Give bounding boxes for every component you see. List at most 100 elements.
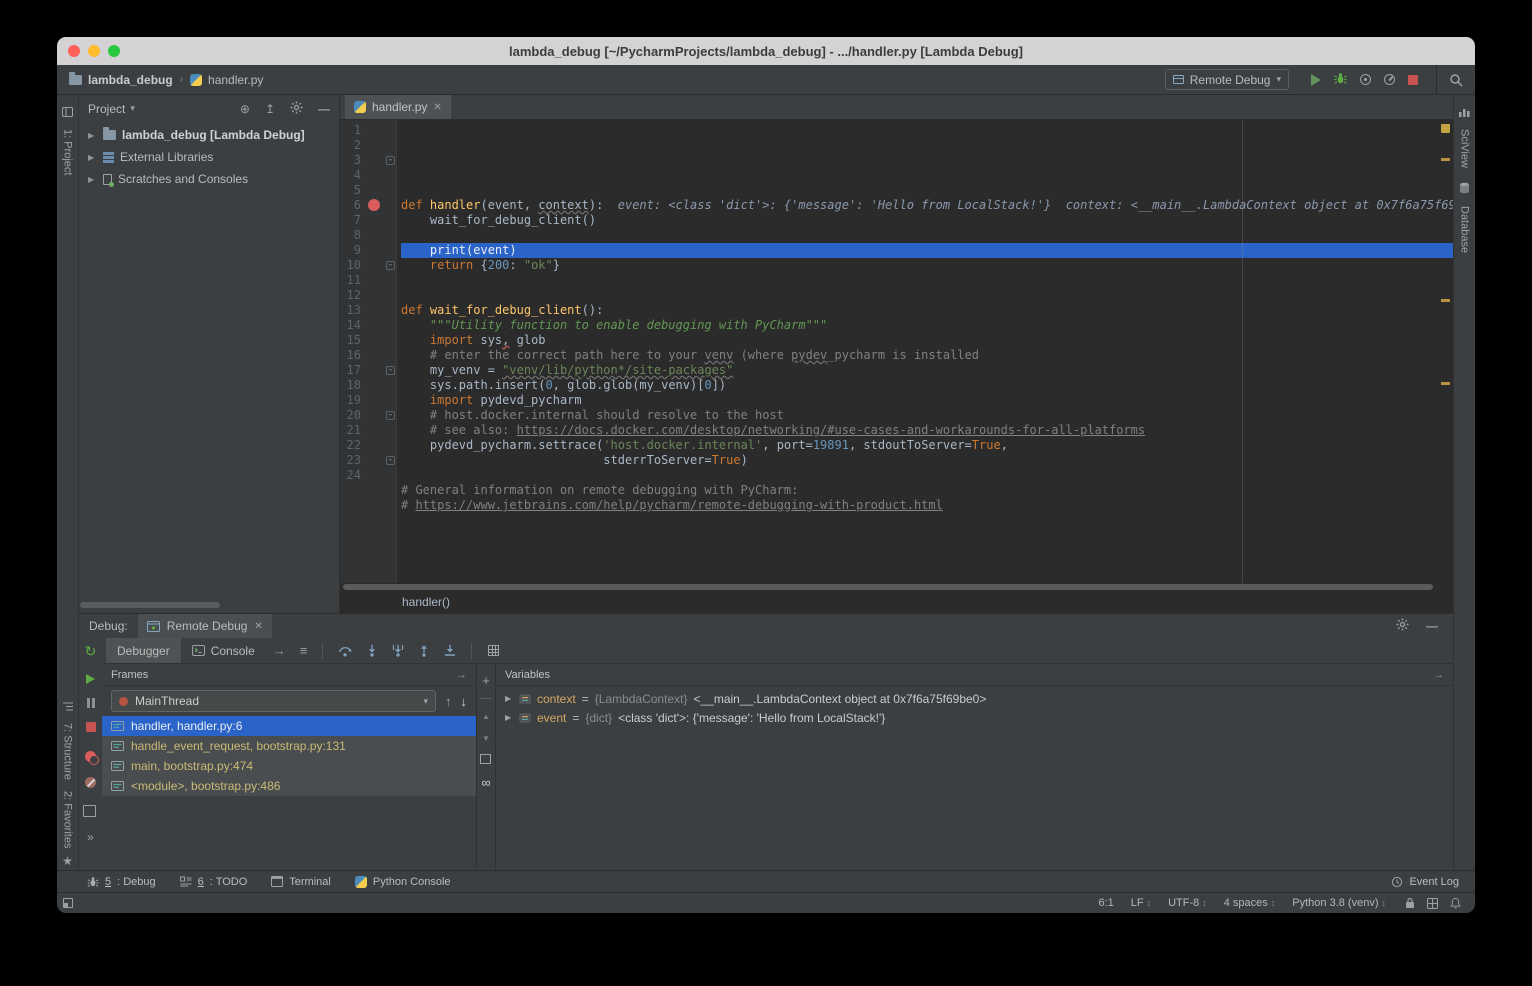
hide-panel-icon[interactable]: → [456,669,467,681]
code-line[interactable]: import pydevd_pycharm [401,393,1453,408]
toolwindow-button--debug[interactable]: 5: Debug [87,876,156,888]
inspections-indicator[interactable] [1441,124,1450,133]
expand-arrow-icon[interactable]: ▶ [505,694,513,703]
variable-row[interactable]: ▶event = {dict} <class 'dict'>: {'messag… [496,708,1453,727]
next-frame-icon[interactable]: ↓ [461,694,468,709]
code-line[interactable]: wait_for_debug_client() [401,213,1453,228]
hide-panel-icon[interactable]: — [318,102,330,116]
debug-button[interactable] [1334,72,1347,88]
editor-gutter[interactable]: 123456789101112131415161718192021222324-… [340,120,397,583]
step-into-icon[interactable] [366,644,378,657]
hide-panel-icon[interactable]: — [1426,619,1438,633]
rerun-icon[interactable]: ↻ [85,645,97,658]
code-line[interactable]: def handler(event, context): event: <cla… [401,198,1453,213]
toolwindow-button-terminal[interactable]: Terminal [271,876,331,888]
run-to-cursor-icon[interactable] [444,644,456,657]
sidebar-item-2-favorites[interactable]: 2: Favorites★ [62,784,74,870]
close-window-button[interactable] [68,45,80,57]
code-line[interactable]: def wait_for_debug_client(): [401,303,1453,318]
hide-panel-icon[interactable]: → [1433,669,1444,681]
code-line[interactable]: stderrToServer=True) [401,453,1453,468]
fold-marker-icon[interactable]: - [386,456,395,465]
stop-button[interactable] [1408,75,1418,85]
status-item[interactable]: LF↕ [1131,897,1151,909]
view-breakpoints-icon[interactable] [85,751,96,762]
zoom-window-button[interactable] [108,45,120,57]
sidebar-item-7-structure[interactable]: 7: Structure [62,689,74,784]
evaluate-watch-icon[interactable]: ∞ [481,775,490,790]
code-line[interactable]: # https://www.jetbrains.com/help/pycharm… [401,498,1453,513]
status-widget-icon[interactable] [1427,898,1438,909]
evaluate-expression-icon[interactable] [488,645,499,656]
move-up-icon[interactable]: ▲ [482,712,490,721]
frame-row[interactable]: handle_event_request, bootstrap.py:131 [102,736,476,756]
expand-arrow-icon[interactable]: ▶ [505,713,513,722]
code-line[interactable] [401,468,1453,483]
expand-arrow-icon[interactable]: ▶ [88,131,97,140]
debug-session-tab[interactable]: Remote Debug ✕ [138,614,272,638]
tab-console[interactable]: Console [181,638,266,663]
run-button[interactable] [1311,74,1321,86]
run-configuration-select[interactable]: Remote Debug ▾ [1165,69,1289,90]
add-watch-icon[interactable]: + [482,673,490,688]
editor-tab[interactable]: handler.py ✕ [345,95,451,119]
move-down-icon[interactable]: ▼ [482,734,490,743]
breadcrumb-file[interactable]: handler.py [208,73,263,87]
tab-debugger[interactable]: Debugger [106,638,181,663]
code-line[interactable] [401,273,1453,288]
breakpoint-icon[interactable] [368,199,380,211]
locate-file-icon[interactable]: ⊕ [240,102,250,116]
code-line[interactable]: """Utility function to enable debugging … [401,318,1453,333]
mute-breakpoints-icon[interactable] [85,777,96,788]
code-line[interactable] [401,168,1453,183]
status-item[interactable]: UTF-8↕ [1168,897,1207,909]
code-line[interactable] [401,228,1453,243]
pause-icon[interactable] [87,698,95,708]
project-tree-item[interactable]: ▶lambda_debug [Lambda Debug] [79,124,339,146]
code-line[interactable]: # enter the correct path here to your ve… [401,348,1453,363]
coverage-button[interactable] [1360,74,1371,85]
fold-marker-icon[interactable]: - [386,366,395,375]
horizontal-scrollbar[interactable] [80,602,220,608]
stop-icon[interactable] [86,722,96,732]
thread-select[interactable]: MainThread ▾ [111,690,436,712]
gear-icon[interactable] [290,101,303,117]
expand-arrow-icon[interactable]: ▶ [88,153,97,162]
resume-icon[interactable] [86,674,95,684]
search-everywhere[interactable] [1436,65,1475,94]
fold-marker-icon[interactable]: - [386,156,395,165]
code-line[interactable]: # see also: https://docs.docker.com/desk… [401,423,1453,438]
previous-frame-icon[interactable]: ↑ [445,694,452,709]
toolwindow-button-python-console[interactable]: Python Console [355,876,451,888]
profiler-button[interactable] [1384,74,1395,85]
code-area[interactable]: def handler(event, context): event: <cla… [397,120,1453,583]
gear-icon[interactable] [1396,618,1409,634]
warning-stripe-mark[interactable] [1441,158,1450,161]
lock-icon[interactable] [1405,897,1415,909]
notifications-icon[interactable] [1450,897,1461,909]
code-line[interactable]: import sys, glob [401,333,1453,348]
code-line[interactable] [401,288,1453,303]
frame-row[interactable]: main, bootstrap.py:474 [102,756,476,776]
code-line[interactable]: pydevd_pycharm.settrace('host.docker.int… [401,438,1453,453]
editor-horizontal-scrollbar[interactable] [340,583,1453,591]
status-item[interactable]: 6:1 [1098,897,1113,909]
minimize-window-button[interactable] [88,45,100,57]
duplicate-icon[interactable] [482,756,491,764]
project-tree-item[interactable]: ▶External Libraries [79,146,339,168]
code-line[interactable]: return {200: "ok"} [401,258,1453,273]
more-icon[interactable]: » [87,830,94,844]
variable-row[interactable]: ▶context = {LambdaContext} <__main__.Lam… [496,689,1453,708]
fold-marker-icon[interactable]: - [386,411,395,420]
frame-row[interactable]: handler, handler.py:6 [102,716,476,736]
project-panel-title[interactable]: Project [88,102,125,116]
view-options-icon[interactable]: ≡ [300,643,308,658]
code-line[interactable]: print(event) [401,243,1453,258]
status-item[interactable]: Python 3.8 (venv)↕ [1292,897,1386,909]
code-line[interactable]: my_venv = "venv/lib/python*/site-package… [401,363,1453,378]
code-line[interactable]: # host.docker.internal should resolve to… [401,408,1453,423]
code-line[interactable]: sys.path.insert(0, glob.glob(my_venv)[0]… [401,378,1453,393]
force-step-into-icon[interactable] [392,644,404,657]
code-line[interactable] [401,183,1453,198]
fold-marker-icon[interactable]: - [386,261,395,270]
